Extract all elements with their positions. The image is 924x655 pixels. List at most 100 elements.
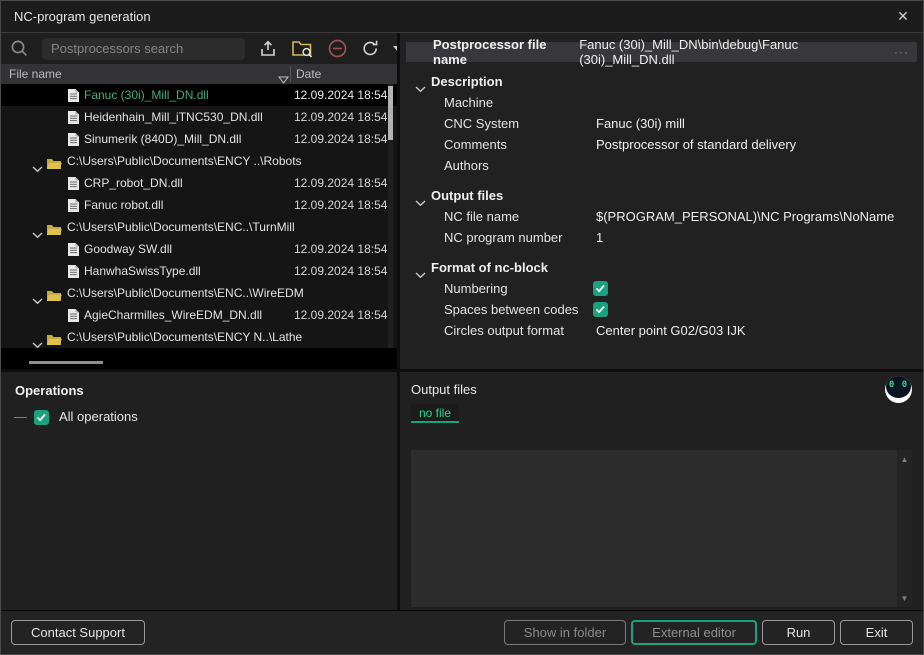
checkbox-checked[interactable]	[593, 302, 608, 317]
property-value[interactable]: Postprocessor of standard delivery	[596, 134, 796, 155]
folder-row[interactable]: C:\Users\Public\Documents\ENCY N..\Lathe	[1, 326, 397, 348]
horizontal-scrollbar[interactable]	[1, 355, 397, 369]
close-icon[interactable]: ✕	[883, 1, 923, 33]
tab-no-file[interactable]: no file	[411, 404, 459, 423]
robot-eyes: 0 0	[885, 380, 912, 390]
titlebar: NC-program generation ✕	[1, 1, 923, 33]
folder-path: C:\Users\Public\Documents\ENC..\TurnMill	[67, 216, 295, 238]
file-name: HanwhaSwissType.dll	[84, 260, 201, 282]
horizontal-panel-divider[interactable]	[1, 369, 923, 372]
file-date: 12.09.2024 18:54	[294, 260, 387, 282]
file-name: Fanuc robot.dll	[84, 194, 163, 216]
property-value[interactable]: Fanuc (30i) mill	[596, 113, 685, 134]
all-operations-label: All operations	[59, 406, 138, 428]
file-row[interactable]: Heidenhain_Mill_iTNC530_DN.dll 12.09.202…	[1, 106, 397, 128]
file-row[interactable]: Fanuc (30i)_Mill_DN.dll 12.09.2024 18:54	[1, 84, 397, 106]
property-value[interactable]: Center point G02/G03 IJK	[596, 320, 746, 341]
file-row[interactable]: Goodway SW.dll 12.09.2024 18:54	[1, 238, 397, 260]
exit-button[interactable]: Exit	[840, 620, 913, 645]
search-input[interactable]	[42, 38, 245, 60]
operations-tree-item[interactable]: — All operations	[1, 406, 397, 428]
file-name: AgieCharmilles_WireEDM_DN.dll	[84, 304, 262, 326]
postprocessor-file-name-value: Fanuc (30i)_Mill_DN\bin\debug\Fanuc (30i…	[579, 37, 887, 67]
property-row: Circles output formatCenter point G02/G0…	[400, 320, 923, 341]
contact-support-button[interactable]: Contact Support	[11, 620, 145, 645]
section-header: Format of nc-block	[400, 257, 923, 278]
folder-icon	[46, 331, 62, 353]
ency-robot-icon[interactable]: 0 0	[885, 376, 912, 403]
section-header: Description	[400, 71, 923, 92]
remove-icon[interactable]	[327, 38, 348, 59]
property-row: NC program number 1	[400, 227, 923, 248]
file-list-header: File name Date	[1, 64, 397, 84]
folder-search-icon[interactable]	[291, 39, 314, 58]
run-button[interactable]: Run	[762, 620, 835, 645]
output-files-title: Output files	[411, 382, 923, 397]
property-label: CNC System	[444, 113, 519, 134]
checkbox-checked[interactable]	[593, 281, 608, 296]
export-icon[interactable]	[258, 39, 278, 59]
property-row: NC file name $(PROGRAM_PERSONAL)\NC Progr…	[400, 206, 923, 227]
all-operations-checkbox[interactable]	[34, 410, 49, 425]
external-editor-button[interactable]: External editor	[631, 620, 757, 645]
property-value[interactable]: 1	[596, 227, 603, 248]
output-text-area[interactable]: ▲ ▼	[411, 450, 912, 607]
chevron-down-icon[interactable]	[32, 334, 43, 356]
output-vertical-scrollbar[interactable]: ▲ ▼	[897, 450, 912, 607]
property-label: NC program number	[444, 227, 563, 248]
column-date[interactable]: Date	[296, 64, 321, 84]
file-row[interactable]: AgieCharmilles_WireEDM_DN.dll 12.09.2024…	[1, 304, 397, 326]
file-list: Fanuc (30i)_Mill_DN.dll 12.09.2024 18:54…	[1, 84, 397, 369]
vertical-scrollbar-thumb[interactable]	[388, 86, 393, 140]
property-label: Numbering	[444, 278, 508, 299]
folder-row[interactable]: C:\Users\Public\Documents\ENCY ..\Robots	[1, 150, 397, 172]
folder-path: C:\Users\Public\Documents\ENCY ..\Robots	[67, 150, 302, 172]
postprocessor-properties-panel: Postprocessor file name Fanuc (30i)_Mill…	[400, 33, 923, 369]
search-icon	[10, 39, 29, 58]
vertical-panel-divider[interactable]	[397, 33, 400, 610]
vertical-scrollbar[interactable]	[388, 84, 393, 348]
refresh-icon[interactable]	[361, 39, 380, 58]
file-date: 12.09.2024 18:54	[294, 84, 387, 106]
file-name: Heidenhain_Mill_iTNC530_DN.dll	[84, 106, 263, 128]
postprocessor-file-name-row[interactable]: Postprocessor file name Fanuc (30i)_Mill…	[406, 42, 917, 62]
nc-program-generation-dialog: NC-program generation ✕	[0, 0, 924, 655]
footer-bar: Contact Support Show in folderExternal e…	[1, 610, 923, 654]
section-title: Description	[431, 71, 503, 92]
footer-left: Contact Support	[11, 620, 145, 645]
file-row[interactable]: HanwhaSwissType.dll 12.09.2024 18:54	[1, 260, 397, 282]
folder-row[interactable]: C:\Users\Public\Documents\ENC..\TurnMill	[1, 216, 397, 238]
section-title: Format of nc-block	[431, 257, 548, 278]
property-label: NC file name	[444, 206, 519, 227]
column-divider[interactable]	[290, 66, 291, 82]
property-row: Authors	[400, 155, 923, 176]
show-in-folder-button[interactable]: Show in folder	[504, 620, 626, 645]
property-row: CommentsPostprocessor of standard delive…	[400, 134, 923, 155]
property-value[interactable]: $(PROGRAM_PERSONAL)\NC Programs\NoName	[596, 206, 894, 227]
file-date: 12.09.2024 18:54	[294, 106, 387, 128]
file-row[interactable]: Fanuc robot.dll 12.09.2024 18:54	[1, 194, 397, 216]
property-label: Authors	[444, 155, 489, 176]
file-row[interactable]: Sinumerik (840D)_Mill_DN.dll 12.09.2024 …	[1, 128, 397, 150]
operations-panel: Operations — All operations	[1, 372, 397, 610]
postprocessor-toolbar	[1, 33, 397, 64]
property-label: Machine	[444, 92, 493, 113]
browse-postprocessor-button[interactable]: ···	[894, 45, 909, 59]
footer-right: Show in folderExternal editorRunExit	[504, 620, 913, 645]
file-name: CRP_robot_DN.dll	[84, 172, 183, 194]
file-name: Goodway SW.dll	[84, 238, 172, 260]
tree-expander-icon[interactable]: —	[14, 406, 27, 428]
column-file-name[interactable]: File name	[9, 64, 62, 84]
property-row: CNC System Fanuc (30i) mill	[400, 113, 923, 134]
file-name: Fanuc (30i)_Mill_DN.dll	[84, 84, 209, 106]
property-sections: DescriptionMachineCNC System Fanuc (30i) …	[400, 71, 923, 341]
file-row[interactable]: CRP_robot_DN.dll 12.09.2024 18:54	[1, 172, 397, 194]
file-date: 12.09.2024 18:54	[294, 172, 387, 194]
property-row: Machine	[400, 92, 923, 113]
scroll-down-icon[interactable]: ▼	[897, 591, 912, 605]
file-name: Sinumerik (840D)_Mill_DN.dll	[84, 128, 241, 150]
horizontal-scrollbar-thumb[interactable]	[29, 361, 103, 364]
scroll-up-icon[interactable]: ▲	[897, 452, 912, 466]
folder-row[interactable]: C:\Users\Public\Documents\ENC..\WireEDM	[1, 282, 397, 304]
postprocessor-browser-panel: File name Date Fanuc (30i)_Mill_DN.dll 1…	[1, 33, 397, 369]
